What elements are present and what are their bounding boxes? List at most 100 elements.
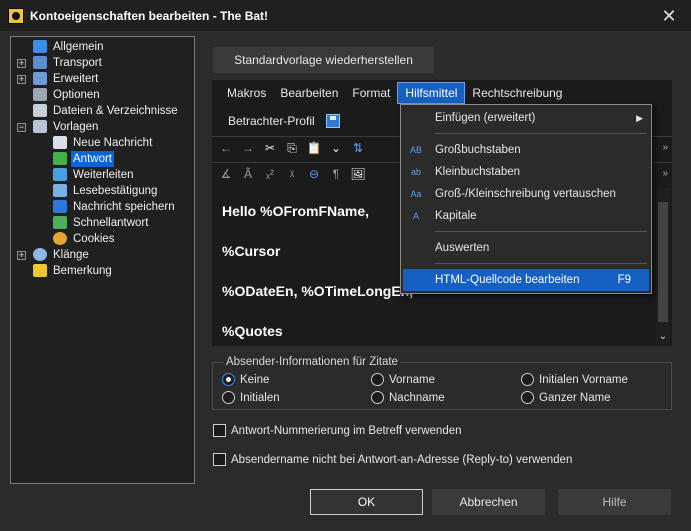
tree-item-bemerkung[interactable]: Bemerkung xyxy=(11,263,194,279)
tree-item-label: Erweitert xyxy=(53,73,99,85)
tree-item-schnellantwort[interactable]: Schnellantwort xyxy=(11,215,194,231)
radio-indicator xyxy=(371,391,384,404)
tree-item-neue-nachricht[interactable]: Neue Nachricht xyxy=(11,135,194,151)
tree-item-label: Neue Nachricht xyxy=(73,137,153,149)
new-message-icon xyxy=(53,136,67,149)
angle-icon[interactable]: ∡ xyxy=(218,166,234,182)
tree-item-label: Bemerkung xyxy=(53,265,112,277)
menu-item-kapitale[interactable]: A Kapitale xyxy=(401,205,651,227)
title-bar: Kontoeigenschaften bearbeiten - The Bat!… xyxy=(0,0,691,31)
menu-hilfsmittel[interactable]: Hilfsmittel xyxy=(397,82,466,104)
tree-item-allgemein[interactable]: Allgemein xyxy=(11,39,194,55)
checkbox-box xyxy=(213,424,226,437)
menu-item-auswerten[interactable]: Auswerten xyxy=(401,237,651,259)
close-button[interactable]: ✕ xyxy=(657,5,681,27)
tree-item-label: Dateien & Verzeichnisse xyxy=(53,105,178,117)
radio-label: Vorname xyxy=(389,374,436,386)
read-receipt-icon xyxy=(53,184,67,197)
toolbar-more-icon[interactable]: » xyxy=(662,142,668,153)
tree-item-label: Cookies xyxy=(73,233,115,245)
radio-indicator xyxy=(371,373,384,386)
undo-icon[interactable]: ← xyxy=(218,140,234,156)
menu-rechtschreibung[interactable]: Rechtschreibung xyxy=(465,82,569,104)
reply-icon xyxy=(53,152,67,165)
sort-icon[interactable]: ⇅ xyxy=(350,140,366,156)
radio-indicator xyxy=(222,373,235,386)
sounds-icon xyxy=(33,248,47,261)
insert-image-icon[interactable]: 🖼 xyxy=(350,166,366,182)
radio-indicator xyxy=(222,391,235,404)
tree-item-weiterleiten[interactable]: Weiterleiten xyxy=(11,167,194,183)
radio-label: Nachname xyxy=(389,392,445,404)
restore-default-template-button[interactable]: Standardvorlage wiederherstellen xyxy=(213,47,434,73)
redo-icon[interactable]: → xyxy=(240,140,256,156)
radio-indicator xyxy=(521,373,534,386)
transport-icon xyxy=(33,56,47,69)
tree-item-dateien[interactable]: Dateien & Verzeichnisse xyxy=(11,103,194,119)
options-icon xyxy=(33,88,47,101)
tree-item-transport[interactable]: + Transport xyxy=(11,55,194,71)
menu-format[interactable]: Format xyxy=(345,82,397,104)
scrollbar-thumb[interactable] xyxy=(658,202,668,322)
help-button[interactable]: Hilfe xyxy=(558,489,671,515)
paste-dropdown-chevron-icon[interactable]: ⌄ xyxy=(328,140,344,156)
menu-item-gross-klein-vertauschen[interactable]: Aa Groß-/Kleinschreibung vertauschen xyxy=(401,183,651,205)
menu-item-shortcut: F9 xyxy=(617,274,631,286)
special-char-icon[interactable]: Ã xyxy=(240,166,256,182)
menu-makros[interactable]: Makros xyxy=(220,82,273,104)
paragraph-icon[interactable]: ¶ xyxy=(328,166,344,182)
tree-item-optionen[interactable]: Optionen xyxy=(11,87,194,103)
globe-icon xyxy=(33,40,47,53)
settings-tree: Allgemein + Transport + Erweitert Option… xyxy=(10,36,195,484)
menu-item-einfuegen-erweitert[interactable]: Einfügen (erweitert) ▶ xyxy=(401,107,651,129)
tree-item-lesebestaetigung[interactable]: Lesebestätigung xyxy=(11,183,194,199)
subscript-icon[interactable]: ᵡ xyxy=(284,166,300,182)
menu-item-label: HTML-Quellcode bearbeiten xyxy=(435,274,580,286)
menu-bearbeiten[interactable]: Bearbeiten xyxy=(273,82,345,104)
tree-item-vorlagen[interactable]: − Vorlagen xyxy=(11,119,194,135)
lowercase-icon: ab xyxy=(410,167,421,177)
tree-item-label: Optionen xyxy=(53,89,100,101)
save-icon[interactable] xyxy=(325,114,340,128)
scroll-down-icon[interactable]: ⌄ xyxy=(656,330,670,344)
templates-icon xyxy=(33,120,47,133)
expand-toggle[interactable]: + xyxy=(17,251,26,260)
toolbar-more-icon[interactable]: » xyxy=(662,168,668,179)
tree-item-cookies[interactable]: Cookies xyxy=(11,231,194,247)
menu-separator xyxy=(435,133,647,134)
tree-item-label: Antwort xyxy=(71,151,114,167)
menu-betrachter-profil[interactable]: Betrachter-Profil xyxy=(212,110,322,132)
menu-item-grossbuchstaben[interactable]: AB Großbuchstaben xyxy=(401,139,651,161)
menu-separator xyxy=(435,231,647,232)
radio-label: Keine xyxy=(240,374,270,386)
uppercase-icon: AB xyxy=(409,145,422,155)
checkbox-box xyxy=(213,453,226,466)
tree-item-nachricht-speichern[interactable]: Nachricht speichern xyxy=(11,199,194,215)
tree-item-klaenge[interactable]: + Klänge xyxy=(11,247,194,263)
menu-item-label: Kapitale xyxy=(435,210,477,222)
tree-item-label: Nachricht speichern xyxy=(73,201,175,213)
paste-icon[interactable]: 📋 xyxy=(306,140,322,156)
menu-item-kleinbuchstaben[interactable]: ab Kleinbuchstaben xyxy=(401,161,651,183)
cut-icon[interactable]: ✂ xyxy=(262,140,278,156)
menu-item-label: Einfügen (erweitert) xyxy=(435,112,536,124)
expand-toggle[interactable]: + xyxy=(17,59,26,68)
cancel-button[interactable]: Abbrechen xyxy=(432,489,545,515)
superscript-icon[interactable]: ₓ² xyxy=(262,166,278,182)
tree-item-label: Transport xyxy=(53,57,102,69)
editor-scrollbar[interactable]: ⌄ xyxy=(656,188,670,344)
collapse-toggle[interactable]: − xyxy=(17,123,26,132)
sender-info-title: Absender-Informationen für Zitate xyxy=(224,356,400,368)
ok-button[interactable]: OK xyxy=(310,489,423,515)
viewer-profile-row: Betrachter-Profil xyxy=(212,110,340,132)
menu-separator xyxy=(435,263,647,264)
tree-item-label: Klänge xyxy=(53,249,89,261)
copy-icon[interactable]: ⎘ xyxy=(284,140,300,156)
menu-item-label: Auswerten xyxy=(435,242,490,254)
expand-toggle[interactable]: + xyxy=(17,75,26,84)
menu-item-html-quellcode-bearbeiten[interactable]: HTML-Quellcode bearbeiten F9 xyxy=(403,269,649,291)
radio-label: Initialen xyxy=(240,392,280,404)
tree-item-erweitert[interactable]: + Erweitert xyxy=(11,71,194,87)
tree-item-antwort[interactable]: Antwort xyxy=(11,151,194,167)
horizontal-line-icon[interactable]: ⊖ xyxy=(306,166,322,182)
